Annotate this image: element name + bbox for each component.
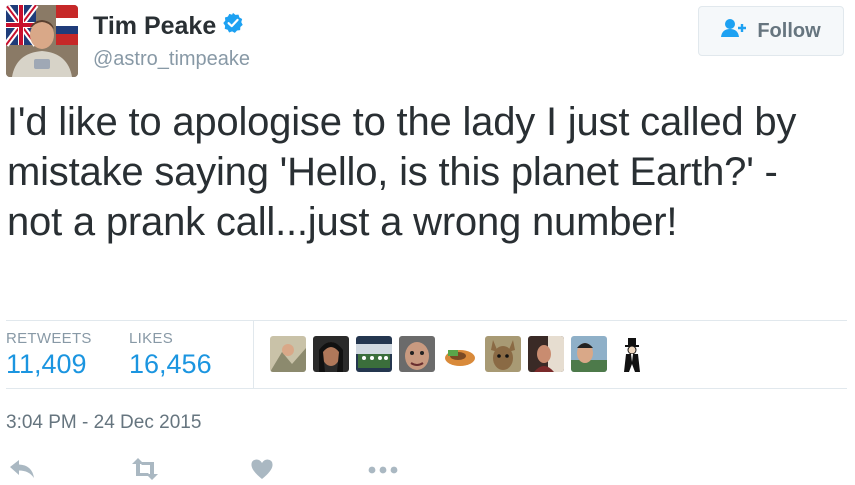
author-name-text: Tim Peake <box>93 12 217 40</box>
stats-separator <box>253 320 254 388</box>
liker-avatar[interactable] <box>571 336 607 372</box>
liker-avatar[interactable] <box>528 336 564 372</box>
likes-label[interactable]: LIKES <box>129 330 173 347</box>
stats-top-divider <box>6 320 847 321</box>
liker-avatar[interactable] <box>399 336 435 372</box>
author-handle[interactable]: @astro_timpeake <box>93 48 250 71</box>
likes-count[interactable]: 16,456 <box>129 349 212 380</box>
author-name[interactable]: Tim Peake <box>93 12 244 41</box>
tweet-timestamp[interactable]: 3:04 PM - 24 Dec 2015 <box>6 412 201 434</box>
liked-by-avatars <box>270 336 650 372</box>
follow-button[interactable]: Follow <box>698 6 844 56</box>
like-icon[interactable] <box>250 458 274 485</box>
liker-avatar[interactable] <box>270 336 306 372</box>
liker-avatar[interactable] <box>614 336 650 372</box>
reply-icon[interactable] <box>8 458 36 485</box>
add-user-icon <box>721 18 747 44</box>
more-icon[interactable] <box>368 462 398 480</box>
liker-avatar[interactable] <box>442 336 478 372</box>
liker-avatar[interactable] <box>356 336 392 372</box>
liker-avatar[interactable] <box>485 336 521 372</box>
tweet-text: I'd like to apologise to the lady I just… <box>7 100 797 244</box>
verified-badge-icon <box>222 12 244 41</box>
retweet-icon[interactable] <box>129 458 161 485</box>
author-avatar[interactable] <box>6 5 78 77</box>
liker-avatar[interactable] <box>313 336 349 372</box>
stats-bottom-divider <box>6 388 847 389</box>
retweets-label[interactable]: RETWEETS <box>6 330 92 347</box>
follow-button-label: Follow <box>757 19 821 42</box>
retweets-count[interactable]: 11,409 <box>6 349 87 380</box>
